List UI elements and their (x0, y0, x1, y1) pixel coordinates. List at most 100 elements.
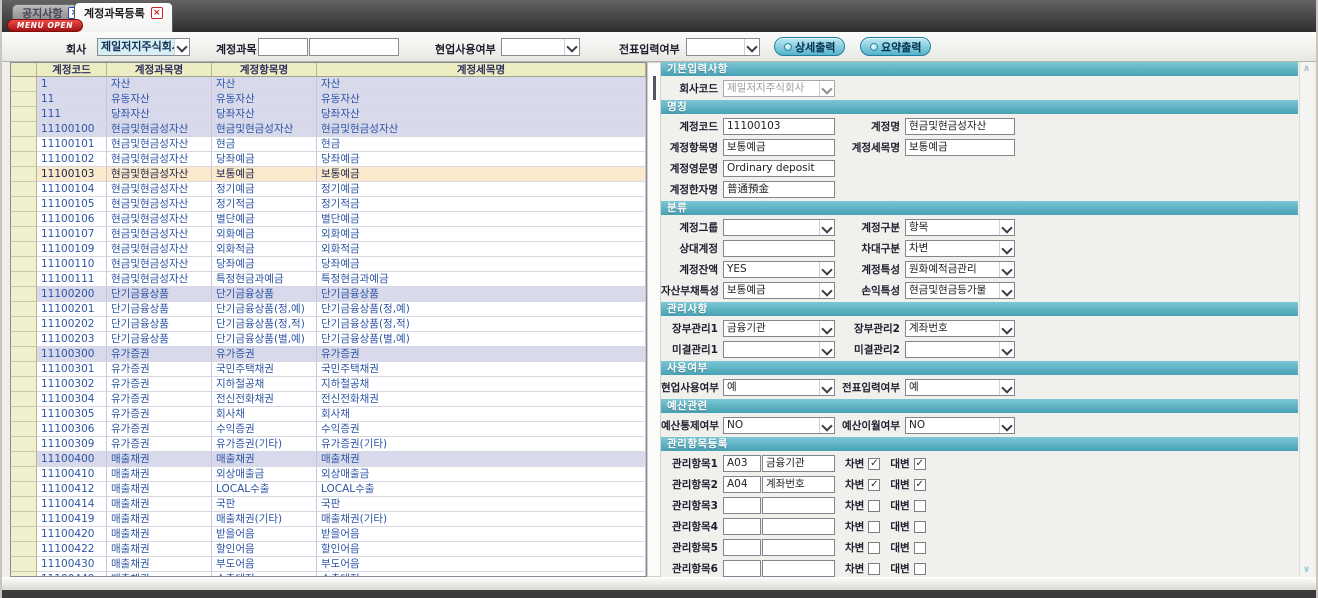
debit-checkbox[interactable]: ✓ (868, 458, 880, 470)
table-row[interactable]: 11100201단기금융상품단기금융상품(정,예)단기금융상품(정,예) (11, 302, 646, 317)
row-selector[interactable] (11, 317, 37, 332)
row-selector[interactable] (11, 542, 37, 557)
table-row[interactable]: 11100302유가증권지하철공채지하철공채 (11, 377, 646, 392)
row-selector[interactable] (11, 512, 37, 527)
table-row[interactable]: 11100106현금및현금성자산별단예금별단예금 (11, 212, 646, 227)
account-trait-select[interactable]: 원화예적금관리 (905, 261, 1015, 278)
credit-checkbox[interactable]: ✓ (914, 479, 926, 491)
table-row[interactable]: 11100101현금및현금성자산현금현금 (11, 137, 646, 152)
row-selector[interactable] (11, 107, 37, 122)
row-selector[interactable] (11, 287, 37, 302)
account-hanja-name-input[interactable]: 普通預金 (723, 181, 835, 198)
table-row[interactable]: 11100420매출채권받을어음받을어음 (11, 527, 646, 542)
account-item-name-input[interactable]: 보통예금 (723, 139, 835, 156)
mgmt-item-1-code-input[interactable]: A03 (723, 455, 761, 472)
debit-checkbox[interactable] (868, 521, 880, 533)
mgmt-item-4-code-input[interactable] (723, 518, 761, 535)
mgmt-item-2-name-input[interactable]: 계좌번호 (762, 476, 835, 493)
table-row[interactable]: 11100104현금및현금성자산정기예금정기예금 (11, 182, 646, 197)
debit-checkbox[interactable]: ✓ (868, 479, 880, 491)
slip-entry-select[interactable]: 예 (905, 379, 1015, 396)
table-row[interactable]: 11100410매출채권외상매출금외상매출금 (11, 467, 646, 482)
row-selector[interactable] (11, 302, 37, 317)
row-selector[interactable] (11, 557, 37, 572)
row-selector[interactable] (11, 77, 37, 92)
table-row[interactable]: 11100422매출채권할인어음할인어음 (11, 542, 646, 557)
table-row[interactable]: 11100111현금및현금성자산특정현금과예금특정현금과예금 (11, 272, 646, 287)
row-selector[interactable] (11, 92, 37, 107)
mgmt-item-4-name-input[interactable] (762, 518, 835, 535)
ledger-mgmt2-select[interactable]: 계좌번호 (905, 320, 1015, 337)
asset-liability-trait-select[interactable]: 보통예금 (723, 282, 835, 299)
account-group-select[interactable] (723, 219, 835, 236)
credit-checkbox[interactable] (914, 500, 926, 512)
row-selector[interactable] (11, 407, 37, 422)
row-selector[interactable] (11, 152, 37, 167)
table-row[interactable]: 11100414매출채권국판국판 (11, 497, 646, 512)
table-row[interactable]: 11100309유가증권유가증권(기타)유가증권(기타) (11, 437, 646, 452)
table-row[interactable]: 11100304유가증권전신전화채권전신전화채권 (11, 392, 646, 407)
company-select[interactable]: 제일저지주식회사 (97, 38, 190, 56)
menu-open-button[interactable]: MENU OPEN (7, 19, 83, 32)
tab-account-registration[interactable]: 계정과목등록 × (74, 2, 173, 32)
mgmt-item-5-name-input[interactable] (762, 539, 835, 556)
table-row[interactable]: 11100200단기금융상품단기금융상품단기금융상품 (11, 287, 646, 302)
budget-control-select[interactable]: NO (723, 417, 835, 434)
credit-checkbox[interactable] (914, 563, 926, 575)
row-selector[interactable] (11, 362, 37, 377)
account-code-input[interactable]: 11100103 (723, 118, 835, 135)
table-row[interactable]: 11100419매출채권매출채권(기타)매출채권(기타) (11, 512, 646, 527)
debit-credit-class-select[interactable]: 차변 (905, 240, 1015, 257)
open-item-mgmt2-select[interactable] (905, 341, 1015, 358)
debit-checkbox[interactable] (868, 563, 880, 575)
table-row[interactable]: 11100100현금및현금성자산현금및현금성자산현금및현금성자산 (11, 122, 646, 137)
open-item-mgmt1-select[interactable] (723, 341, 835, 358)
summary-print-button[interactable]: 요약출력 (860, 37, 931, 56)
account-name-search-input[interactable] (309, 38, 399, 56)
account-english-name-input[interactable]: Ordinary deposit (723, 160, 835, 177)
table-row[interactable]: 11100300유가증권유가증권유가증권 (11, 347, 646, 362)
scrollbar-thumb[interactable] (653, 76, 656, 100)
mgmt-item-6-code-input[interactable] (723, 560, 761, 577)
table-row[interactable]: 11100109현금및현금성자산외화적금외화적금 (11, 242, 646, 257)
mgmt-item-2-code-input[interactable]: A04 (723, 476, 761, 493)
mgmt-item-3-code-input[interactable] (723, 497, 761, 514)
company-code-select[interactable]: 제일저지주식회사 (723, 80, 835, 97)
row-selector[interactable] (11, 467, 37, 482)
table-row[interactable]: 11100305유가증권회사채회사채 (11, 407, 646, 422)
field-use-search-select[interactable] (501, 38, 580, 56)
row-selector[interactable] (11, 482, 37, 497)
field-use-select[interactable]: 예 (723, 379, 835, 396)
table-row[interactable]: 111당좌자산당좌자산당좌자산 (11, 107, 646, 122)
profit-loss-trait-select[interactable]: 현금및현금등가물 (905, 282, 1015, 299)
row-selector[interactable] (11, 242, 37, 257)
row-selector[interactable] (11, 137, 37, 152)
account-code-search-input[interactable] (258, 38, 308, 56)
row-selector[interactable] (11, 497, 37, 512)
mgmt-item-1-name-input[interactable]: 금융기관 (762, 455, 835, 472)
table-row[interactable]: 11100430매출채권부도어음부도어음 (11, 557, 646, 572)
row-selector[interactable] (11, 332, 37, 347)
account-detail-name-input[interactable]: 보통예금 (905, 139, 1015, 156)
credit-checkbox[interactable] (914, 521, 926, 533)
table-row[interactable]: 11100107현금및현금성자산외화예금외화예금 (11, 227, 646, 242)
credit-checkbox[interactable] (914, 542, 926, 554)
scroll-up-icon[interactable]: ∧ (1301, 64, 1312, 74)
account-name-input[interactable]: 현금및현금성자산 (905, 118, 1015, 135)
row-selector[interactable] (11, 527, 37, 542)
table-row[interactable]: 11100301유가증권국민주택채권국민주택채권 (11, 362, 646, 377)
row-selector[interactable] (11, 422, 37, 437)
account-class-select[interactable]: 항목 (905, 219, 1015, 236)
counter-account-input[interactable] (723, 240, 835, 257)
ledger-mgmt1-select[interactable]: 금융기관 (723, 320, 835, 337)
debit-checkbox[interactable] (868, 542, 880, 554)
row-selector[interactable] (11, 452, 37, 467)
panel-vertical-scrollbar[interactable]: ∧ ∨ (1299, 62, 1313, 577)
row-selector[interactable] (11, 182, 37, 197)
row-selector[interactable] (11, 212, 37, 227)
row-selector[interactable] (11, 197, 37, 212)
row-selector[interactable] (11, 167, 37, 182)
detail-print-button[interactable]: 상세출력 (774, 37, 845, 56)
budget-carryover-select[interactable]: NO (905, 417, 1015, 434)
row-selector[interactable] (11, 257, 37, 272)
